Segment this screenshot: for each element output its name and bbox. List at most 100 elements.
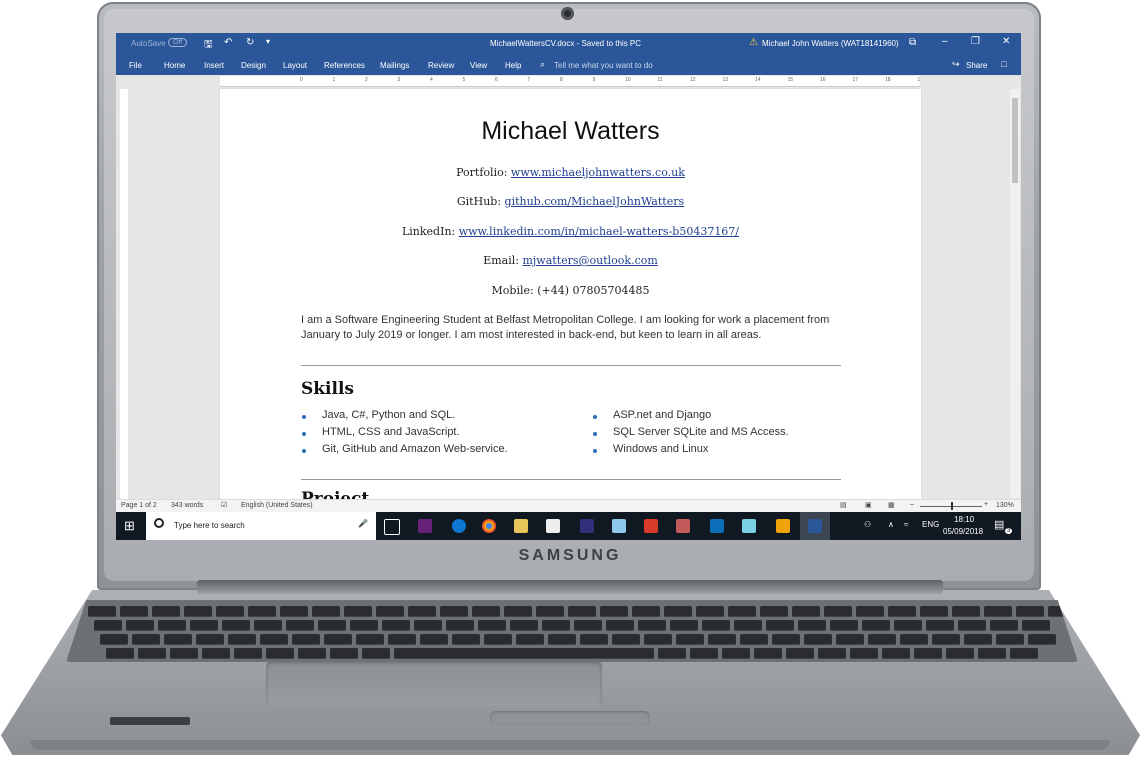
proofing-icon[interactable]: ☑ [221,501,227,509]
skill-item: Windows and Linux [613,443,709,455]
github-label: GitHub: [456,195,505,208]
keyboard-key [298,648,326,659]
read-mode-icon[interactable]: ▤ [840,501,847,509]
tell-me-search[interactable]: Tell me what you want to do [554,61,653,70]
tab-review[interactable]: Review [428,61,454,70]
tab-home[interactable]: Home [164,61,185,70]
keyboard-key [932,634,960,645]
keyboard-key [100,634,128,645]
print-layout-icon[interactable]: ▣ [865,501,872,509]
access-icon[interactable] [644,519,658,533]
scrollbar-thumb[interactable] [1012,98,1018,183]
clock-time[interactable]: 18:10 [954,515,974,524]
portfolio-line: Portfolio: www.michaeljohnwatters.co.uk [220,166,921,179]
keyboard-key [632,606,660,617]
keyboard-key [382,620,410,631]
zoom-in-icon[interactable]: + [984,501,988,508]
task-view-icon[interactable] [384,519,400,535]
save-icon[interactable]: 🖫 [204,37,213,54]
keyboard-key [164,634,192,645]
app-icon[interactable] [742,519,756,533]
minimize-icon[interactable]: – [942,36,948,47]
file-explorer-icon[interactable] [514,519,528,533]
github-line: GitHub: github.com/MichaelJohnWatters [220,195,921,208]
keyboard-key [990,620,1018,631]
undo-icon[interactable]: ↶ [224,37,232,48]
autosave-toggle[interactable]: Off [168,38,188,47]
share-icon[interactable]: ↪ [952,59,960,70]
language-indicator[interactable]: ENG [922,520,939,529]
portfolio-link[interactable]: www.michaeljohnwatters.co.uk [511,166,685,179]
keyboard-key [920,606,948,617]
linkedin-link[interactable]: www.linkedin.com/in/michael-watters-b504… [459,225,739,238]
bullet-icon [302,432,306,436]
page-count[interactable]: Page 1 of 2 [121,502,157,509]
wifi-icon[interactable]: ≈ [904,520,908,529]
ruler-number: 2 [365,77,368,83]
status-bar: Page 1 of 2 343 words ☑ English (United … [116,499,1021,513]
brand-logo: SAMSUNG [518,547,622,564]
taskbar-search-box[interactable]: Type here to search 🎤 [146,512,376,540]
restore-icon[interactable]: ❐ [971,36,980,47]
screen: AutoSave Off 🖫 ↶ ↻ ▾ MichaelWattersCV.do… [116,33,1021,540]
action-center-icon[interactable]: ▤ [994,518,1004,531]
tab-mailings[interactable]: Mailings [380,61,409,70]
edge-icon[interactable] [452,519,466,533]
vertical-ruler[interactable] [120,89,128,499]
taskbar-search-input[interactable]: Type here to search [174,521,245,530]
keyboard-key [996,634,1024,645]
tab-layout[interactable]: Layout [283,61,307,70]
customize-toolbar-icon[interactable]: ▾ [266,37,270,46]
pycharm-icon[interactable] [580,519,594,533]
clock-date[interactable]: 05/09/2018 [943,527,983,536]
windows-start-icon[interactable]: ⊞ [124,518,135,534]
tab-design[interactable]: Design [241,61,266,70]
email-link[interactable]: mjwatters@outlook.com [522,254,657,267]
ruler-number: 8 [560,77,563,83]
people-icon[interactable]: ⚇ [864,520,871,529]
keyboard-key [504,606,532,617]
tab-file[interactable]: File [129,61,142,70]
webcam [561,7,574,20]
zoom-slider-thumb[interactable] [951,502,953,510]
tab-references[interactable]: References [324,61,365,70]
vscode-icon[interactable] [710,519,724,533]
chrome-icon[interactable] [482,519,496,533]
zoom-level[interactable]: 130% [996,502,1014,509]
summary-paragraph: I am a Software Engineering Student at B… [301,314,830,341]
ruler-number: 14 [755,77,761,83]
document-page[interactable]: Michael Watters Portfolio: www.michaeljo… [220,89,921,501]
tab-help[interactable]: Help [505,61,521,70]
close-icon[interactable]: ✕ [1002,36,1010,47]
show-hidden-icons[interactable]: ∧ [888,520,894,529]
keyboard-key [600,606,628,617]
tab-view[interactable]: View [470,61,487,70]
cube-app-icon[interactable] [612,519,626,533]
share-button[interactable]: Share [966,61,987,70]
redo-icon[interactable]: ↻ [246,37,254,48]
word-count[interactable]: 343 words [171,502,203,509]
account-name[interactable]: Michael John Watters (WAT18141960) [762,39,899,48]
keyboard-key [964,634,992,645]
keyboard-key [266,648,294,659]
keyboard-key [158,620,186,631]
comments-icon[interactable]: □ [1001,59,1006,69]
web-layout-icon[interactable]: ▦ [888,501,895,509]
horizontal-ruler[interactable]: 012345678910111213141516171819 [220,76,920,87]
word-icon [808,519,822,533]
portfolio-label: Portfolio: [456,166,511,179]
microphone-icon[interactable]: 🎤 [358,519,368,528]
sublime-icon[interactable] [776,519,790,533]
language-status[interactable]: English (United States) [241,502,313,509]
github-link[interactable]: github.com/MichaelJohnWatters [505,195,685,208]
word-taskbar-button[interactable] [800,512,830,540]
tab-insert[interactable]: Insert [204,61,224,70]
bullet-icon [593,415,597,419]
document-title: MichaelWattersCV.docx - Saved to this PC [490,39,642,48]
paint-icon[interactable] [676,519,690,533]
zoom-out-icon[interactable]: – [910,501,914,508]
ribbon-display-options-icon[interactable]: ⧉ [909,37,916,48]
mail-icon[interactable] [546,519,560,533]
visual-studio-icon[interactable] [418,519,432,533]
keyboard-key [580,634,608,645]
